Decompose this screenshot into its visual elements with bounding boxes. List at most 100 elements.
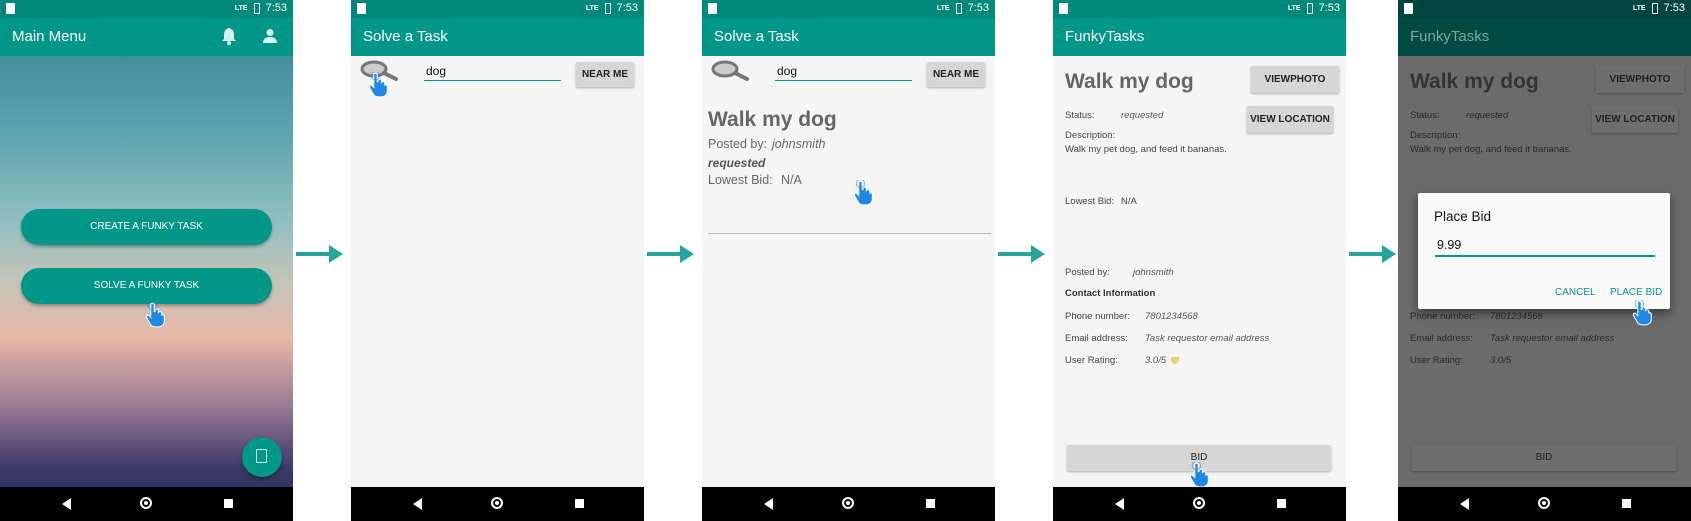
status-bar: LTE 7:53 <box>1398 0 1691 18</box>
main-menu-screen: LTE 7:53 Main Menu CREATE A FUNKY TASK S… <box>0 0 293 521</box>
task-title: Walk my dog <box>708 108 837 131</box>
rating-value: 3.0/5 <box>1145 355 1167 366</box>
sd-card-icon <box>1059 3 1068 14</box>
app-bar: Main Menu <box>0 18 293 56</box>
page-title: Main Menu <box>12 28 87 45</box>
posted-by-value: johnsmith <box>772 137 826 151</box>
phone-label: Phone number: <box>1065 311 1130 322</box>
rating-label: User Rating: <box>1065 355 1118 366</box>
email-value: Task requestor email address <box>1490 333 1615 344</box>
touch-hand-icon <box>1189 462 1209 488</box>
search-input[interactable]: dog <box>777 64 797 78</box>
task-title: Walk my dog <box>1410 70 1539 93</box>
app-bar: FunkyTasks <box>1398 18 1691 56</box>
status-bar: LTE 7:53 <box>0 0 293 18</box>
app-title: FunkyTasks <box>1065 28 1145 45</box>
place-bid-screen: LTE 7:53 FunkyTasks Walk my dog VIEWPHOT… <box>1398 0 1691 521</box>
home-icon[interactable] <box>1538 497 1550 509</box>
phone-label: Phone number: <box>1410 311 1475 322</box>
lowest-bid-label: Lowest Bid: <box>708 173 773 187</box>
status-label: Status: <box>1065 110 1095 121</box>
view-location-button: VIEW LOCATION <box>1592 106 1678 133</box>
phone-value: 7801234568 <box>1145 311 1198 322</box>
sd-card-icon <box>1404 3 1413 14</box>
nav-bar <box>1053 487 1346 521</box>
phone-value: 7801234568 <box>1490 311 1543 322</box>
lowest-bid-value: N/A <box>781 173 802 187</box>
clock: 7:53 <box>616 2 638 14</box>
dialog-title: Place Bid <box>1434 209 1492 224</box>
status-value: requested <box>1466 110 1509 121</box>
place-bid-button[interactable]: PLACE BID <box>1610 287 1662 298</box>
email-label: Email address: <box>1065 333 1128 344</box>
status-label: Status: <box>1410 110 1440 121</box>
clock: 7:53 <box>967 2 989 14</box>
recent-apps-icon[interactable] <box>926 499 935 508</box>
description-label: Description: <box>1410 130 1461 141</box>
bid-input-underline <box>1435 255 1655 257</box>
nav-bar <box>702 487 995 521</box>
nav-bar <box>0 487 293 521</box>
battery-icon <box>1306 2 1313 14</box>
posted-by-label: Posted by: <box>1065 267 1110 278</box>
clipboard-icon <box>256 449 267 463</box>
page-title: Solve a Task <box>714 28 799 45</box>
fab-button[interactable] <box>242 437 282 477</box>
email-value: Task requestor email address <box>1145 333 1270 344</box>
app-bar: Solve a Task <box>702 18 995 56</box>
description-value: Walk my pet dog, and feed it bananas. <box>1410 144 1572 155</box>
app-bar: Solve a Task <box>351 18 644 56</box>
app-title: FunkyTasks <box>1410 28 1490 45</box>
battery-icon <box>253 2 260 14</box>
task-list-item[interactable]: Walk my dog Posted by: johnsmith request… <box>702 104 995 234</box>
flow-arrow <box>1349 245 1396 263</box>
description-label: Description: <box>1065 130 1116 141</box>
near-me-button[interactable]: NEAR ME <box>927 62 985 87</box>
task-title: Walk my dog <box>1065 70 1194 93</box>
create-task-button[interactable]: CREATE A FUNKY TASK <box>21 209 272 245</box>
cancel-button[interactable]: CANCEL <box>1555 287 1596 298</box>
view-photo-button[interactable]: VIEWPHOTO <box>1251 66 1339 93</box>
battery-icon <box>604 2 611 14</box>
contact-header: Contact Information <box>1065 288 1156 299</box>
back-icon[interactable] <box>62 498 71 510</box>
search-icon[interactable] <box>710 60 750 82</box>
near-me-button[interactable]: NEAR ME <box>576 62 634 87</box>
recent-apps-icon[interactable] <box>224 499 233 508</box>
status-bar: LTE 7:53 <box>351 0 644 18</box>
back-icon[interactable] <box>764 498 773 510</box>
touch-hand-icon <box>368 72 388 98</box>
status-bar: LTE 7:53 <box>702 0 995 18</box>
rating-value: 3.0/5 <box>1490 355 1512 366</box>
clock: 7:53 <box>265 2 287 14</box>
flow-arrow <box>296 245 343 263</box>
banana-icon <box>1171 357 1179 364</box>
view-location-button[interactable]: VIEW LOCATION <box>1247 106 1333 133</box>
flow-arrow <box>998 245 1045 263</box>
bell-icon[interactable] <box>221 27 237 45</box>
home-icon[interactable] <box>1193 497 1205 509</box>
solve-task-button[interactable]: SOLVE A FUNKY TASK <box>21 268 272 304</box>
list-divider <box>708 233 991 234</box>
back-icon[interactable] <box>1460 498 1469 510</box>
touch-hand-icon <box>145 302 165 328</box>
back-icon[interactable] <box>1115 498 1124 510</box>
bid-amount-input[interactable]: 9.99 <box>1437 238 1461 252</box>
status-bar: LTE 7:53 <box>1053 0 1346 18</box>
recent-apps-icon[interactable] <box>575 499 584 508</box>
home-icon[interactable] <box>842 497 854 509</box>
search-underline <box>424 80 561 81</box>
lte-icon: LTE <box>936 4 950 12</box>
back-icon[interactable] <box>413 498 422 510</box>
home-icon[interactable] <box>140 497 152 509</box>
status-value: requested <box>1121 110 1164 121</box>
lte-icon: LTE <box>1287 4 1301 12</box>
task-status: requested <box>708 156 766 170</box>
recent-apps-icon[interactable] <box>1277 499 1286 508</box>
recent-apps-icon[interactable] <box>1622 499 1631 508</box>
account-icon[interactable] <box>263 28 277 44</box>
home-icon[interactable] <box>491 497 503 509</box>
search-input[interactable]: dog <box>426 64 446 78</box>
flow-arrow <box>647 245 694 263</box>
sd-card-icon <box>6 3 15 14</box>
